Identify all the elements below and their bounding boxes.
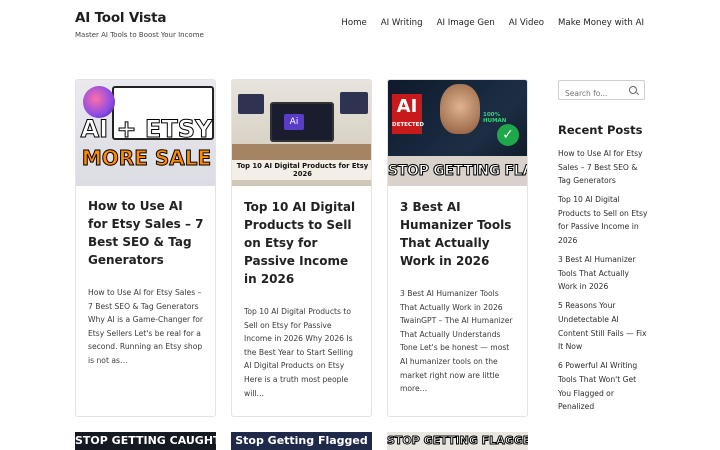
nav-ai-image-gen[interactable]: AI Image Gen bbox=[437, 18, 495, 28]
main-nav: Home AI Writing AI Image Gen AI Video Ma… bbox=[341, 18, 644, 28]
search-icon[interactable] bbox=[629, 86, 637, 94]
post-thumbnail[interactable]: Stop Getting Flagged bbox=[231, 432, 372, 450]
recent-post-link[interactable]: How to Use AI for Etsy Sales – 7 Best SE… bbox=[558, 147, 648, 188]
site-title[interactable]: AI Tool Vista bbox=[75, 10, 167, 26]
brain-icon bbox=[83, 86, 115, 118]
post-thumbnail[interactable]: STOP GETTING FLAGGED bbox=[387, 432, 528, 450]
post-thumbnail[interactable]: AI DETECTED 100% HUMAN ✓ STOP GETTING FL… bbox=[388, 80, 527, 186]
post-card[interactable]: AI + ETSY MORE SALE How to Use AI for Et… bbox=[75, 79, 216, 417]
post-card[interactable]: AI DETECTED 100% HUMAN ✓ STOP GETTING FL… bbox=[387, 79, 528, 417]
recent-posts-heading: Recent Posts bbox=[558, 123, 643, 137]
recent-post-link[interactable]: 3 Best AI Humanizer Tools That Actually … bbox=[558, 253, 648, 294]
recent-posts-list: How to Use AI for Etsy Sales – 7 Best SE… bbox=[558, 147, 648, 419]
thumbnail-subheadline: MORE SALE bbox=[81, 146, 212, 171]
post-card[interactable]: Ai Top 10 AI Digital Products for Etsy 2… bbox=[231, 79, 372, 417]
detected-label: DETECTED bbox=[392, 122, 424, 128]
site-tagline: Master AI Tools to Boost Your Income bbox=[75, 31, 204, 39]
human-score-label: 100% HUMAN bbox=[483, 112, 507, 124]
checkmark-icon: ✓ bbox=[497, 124, 519, 146]
post-title[interactable]: 3 Best AI Humanizer Tools That Actually … bbox=[400, 198, 517, 270]
thumbnail-headline: AI + ETSY bbox=[80, 115, 213, 143]
monitor-graphic bbox=[238, 94, 264, 114]
nav-home[interactable]: Home bbox=[341, 18, 366, 28]
post-excerpt: 3 Best AI Humanizer Tools That Actually … bbox=[400, 289, 513, 394]
post-thumbnail[interactable]: AI + ETSY MORE SALE bbox=[76, 80, 215, 186]
person-face-graphic bbox=[440, 84, 480, 134]
nav-ai-writing[interactable]: AI Writing bbox=[381, 18, 423, 28]
recent-post-link[interactable]: Top 10 AI Digital Products to Sell on Et… bbox=[558, 193, 648, 247]
thumbnail-banner: STOP GETTING FLAGGED bbox=[388, 156, 527, 186]
nav-ai-video[interactable]: AI Video bbox=[509, 18, 544, 28]
search-box bbox=[558, 80, 645, 103]
post-thumbnail[interactable]: Ai Top 10 AI Digital Products for Etsy 2… bbox=[232, 80, 371, 186]
recent-post-link[interactable]: 5 Reasons Your Undetectable AI Content S… bbox=[558, 299, 648, 353]
post-title[interactable]: How to Use AI for Etsy Sales – 7 Best SE… bbox=[88, 197, 205, 269]
ai-badge: AI bbox=[392, 94, 422, 134]
search-input[interactable] bbox=[559, 84, 623, 103]
recent-post-link[interactable]: 6 Powerful AI Writing Tools That Won't G… bbox=[558, 359, 648, 413]
post-thumbnail[interactable]: STOP GETTING CAUGHT bbox=[75, 432, 216, 450]
thumbnail-caption: Top 10 AI Digital Products for Etsy 2026 bbox=[232, 160, 371, 180]
post-excerpt: How to Use AI for Etsy Sales – 7 Best SE… bbox=[88, 288, 204, 365]
nav-make-money[interactable]: Make Money with AI bbox=[558, 18, 644, 28]
post-excerpt: Top 10 AI Digital Products to Sell on Et… bbox=[244, 307, 354, 398]
ai-logo-icon: Ai bbox=[284, 114, 304, 130]
post-title[interactable]: Top 10 AI Digital Products to Sell on Et… bbox=[244, 198, 361, 288]
monitor-graphic bbox=[340, 92, 368, 114]
